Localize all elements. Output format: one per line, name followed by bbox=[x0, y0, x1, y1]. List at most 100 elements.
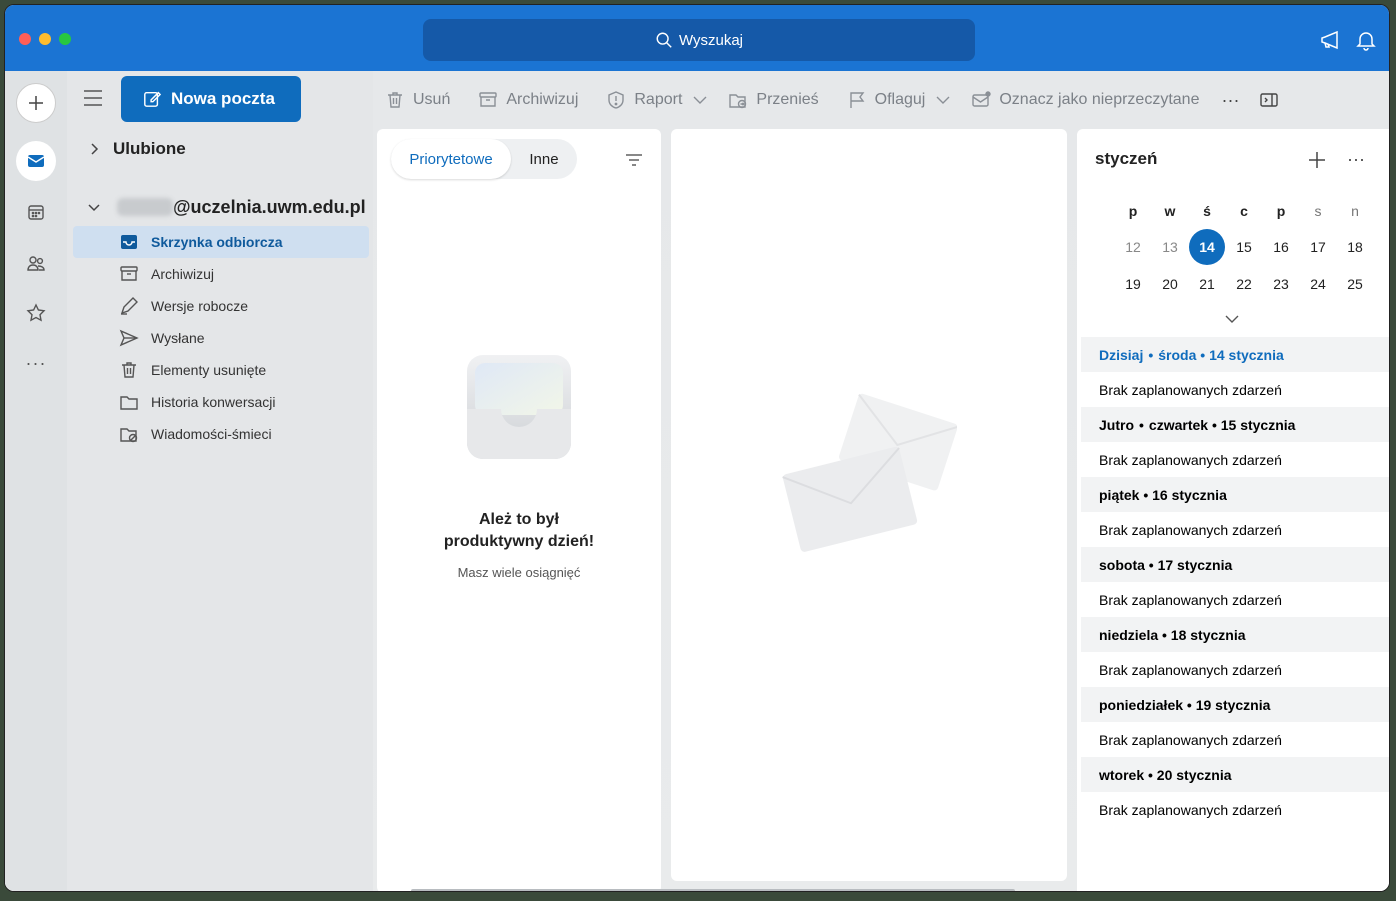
mark-unread-button[interactable]: Oznacz jako nieprzeczytane bbox=[971, 90, 1199, 110]
flag-chevron-down-icon[interactable] bbox=[935, 92, 951, 108]
minimize-window-button[interactable] bbox=[39, 33, 51, 45]
move-icon bbox=[729, 94, 747, 109]
flag-button[interactable]: Oflaguj bbox=[847, 90, 926, 110]
calendar-day[interactable]: 21 bbox=[1189, 266, 1225, 302]
folder-label: Wysłane bbox=[151, 330, 205, 346]
account-label: @uczelnia.uwm.edu.pl bbox=[173, 196, 366, 217]
account-section[interactable]: @uczelnia.uwm.edu.pl bbox=[73, 191, 369, 223]
horizontal-scrollbar[interactable] bbox=[411, 889, 1015, 891]
archive-label: Archiwizuj bbox=[506, 91, 579, 108]
search-label: Wyszukaj bbox=[678, 31, 744, 49]
folder-archive[interactable]: Archiwizuj bbox=[73, 258, 369, 290]
folder-sent[interactable]: Wysłane bbox=[73, 322, 369, 354]
archive-icon bbox=[479, 92, 498, 107]
calendar-day[interactable]: 16 bbox=[1263, 229, 1299, 265]
calendar-day[interactable]: 22 bbox=[1226, 266, 1262, 302]
folder-label: Wiadomości-śmieci bbox=[151, 426, 272, 442]
calendar-day[interactable]: 13 bbox=[1152, 229, 1188, 265]
folder-deleted[interactable]: Elementy usunięte bbox=[73, 354, 369, 386]
mark-unread-icon bbox=[972, 91, 992, 107]
new-mail-label: Nowa poczta bbox=[171, 89, 275, 108]
empty-state-subtitle: Masz wiele osiągnięć bbox=[457, 565, 581, 580]
new-mail-button[interactable]: Nowa poczta bbox=[121, 76, 301, 122]
calendar-day[interactable]: 23 bbox=[1263, 266, 1299, 302]
weekday-header: w bbox=[1164, 203, 1176, 219]
toolbar-more-icon[interactable]: ··· bbox=[1221, 90, 1239, 111]
agenda-date: środa • 14 stycznia bbox=[1158, 346, 1284, 363]
report-button[interactable]: Raport bbox=[606, 90, 682, 110]
trash-icon bbox=[122, 362, 136, 378]
junk-icon bbox=[120, 428, 138, 443]
people-icon bbox=[27, 256, 45, 271]
megaphone-icon[interactable] bbox=[1319, 29, 1341, 51]
calendar-day[interactable]: 15 bbox=[1226, 229, 1262, 265]
folder-label: Elementy usunięte bbox=[151, 362, 267, 378]
agenda-day-header: wtorek • 20 stycznia bbox=[1081, 757, 1389, 792]
redacted-username bbox=[117, 198, 173, 216]
folder-label: Archiwizuj bbox=[151, 266, 215, 282]
expand-calendar-chevron-down-icon[interactable] bbox=[1224, 311, 1240, 327]
tab-focused[interactable]: Priorytetowe bbox=[391, 139, 511, 179]
calendar-day[interactable]: 18 bbox=[1337, 229, 1373, 265]
folder-junk[interactable]: Wiadomości-śmieci bbox=[73, 418, 369, 450]
rail-more-button[interactable]: ··· bbox=[16, 343, 56, 383]
zoom-window-button[interactable] bbox=[59, 33, 71, 45]
add-event-plus-icon[interactable] bbox=[1307, 150, 1327, 170]
empty-state-title-line2: produktywny dzień! bbox=[443, 533, 595, 550]
agenda-date: czwartek • 15 stycznia bbox=[1148, 416, 1296, 433]
calendar-day[interactable]: 20 bbox=[1152, 266, 1188, 302]
agenda-day-header: Jutro • czwartek • 15 stycznia bbox=[1081, 407, 1389, 442]
bell-icon[interactable] bbox=[1355, 29, 1377, 51]
send-icon bbox=[119, 329, 139, 347]
calendar-more-icon[interactable]: ··· bbox=[1347, 149, 1365, 170]
agenda-prefix: Dzisiaj bbox=[1099, 346, 1144, 363]
close-window-button[interactable] bbox=[19, 33, 31, 45]
new-item-button[interactable] bbox=[16, 83, 56, 123]
archive-button[interactable]: Archiwizuj bbox=[478, 90, 578, 110]
move-button[interactable]: Przenieś bbox=[728, 90, 819, 110]
hamburger-menu-icon[interactable] bbox=[83, 89, 103, 107]
calendar-day[interactable]: 12 bbox=[1115, 229, 1151, 265]
weekday-header: ś bbox=[1203, 203, 1211, 219]
compose-icon bbox=[144, 91, 161, 107]
calendar-day[interactable]: 19 bbox=[1115, 266, 1151, 302]
flag-label: Oflaguj bbox=[874, 91, 926, 108]
tab-other[interactable]: Inne bbox=[511, 139, 577, 179]
agenda-empty-text: Brak zaplanowanych zdarzeń bbox=[1099, 801, 1282, 818]
chevron-right-icon bbox=[91, 143, 99, 155]
calendar-day-today[interactable]: 14 bbox=[1189, 229, 1225, 265]
calendar-icon bbox=[28, 205, 44, 220]
filter-icon[interactable] bbox=[625, 153, 643, 167]
collapse-pane-icon[interactable] bbox=[1259, 90, 1279, 110]
calendar-day[interactable]: 24 bbox=[1300, 266, 1336, 302]
rail-calendar-button[interactable] bbox=[16, 192, 56, 232]
search-bar[interactable]: Wyszukaj bbox=[423, 19, 975, 61]
outlook-window: Wyszukaj ··· Nowa poczta Usuń Archiwizuj… bbox=[4, 4, 1390, 892]
weekday-header: c bbox=[1240, 203, 1248, 219]
folder-inbox[interactable]: Skrzynka odbiorcza bbox=[73, 226, 369, 258]
rail-favorites-button[interactable] bbox=[16, 293, 56, 333]
move-label: Przenieś bbox=[756, 91, 819, 108]
focused-other-toggle: Priorytetowe Inne bbox=[391, 139, 577, 179]
folder-drafts[interactable]: Wersje robocze bbox=[73, 290, 369, 322]
delete-label: Usuń bbox=[413, 91, 451, 108]
agenda-day-header-today: Dzisiaj • środa • 14 stycznia bbox=[1081, 337, 1389, 372]
calendar-day[interactable]: 17 bbox=[1300, 229, 1336, 265]
agenda-empty-text: Brak zaplanowanych zdarzeń bbox=[1099, 731, 1282, 748]
calendar-day[interactable]: 25 bbox=[1337, 266, 1373, 302]
folder-conversation-history[interactable]: Historia konwersacji bbox=[73, 386, 369, 418]
title-bar: Wyszukaj bbox=[5, 5, 1389, 71]
folder-label: Wersje robocze bbox=[151, 298, 249, 314]
app-rail: ··· bbox=[5, 71, 67, 891]
mark-unread-label: Oznacz jako nieprzeczytane bbox=[999, 91, 1200, 108]
command-toolbar: Usuń Archiwizuj Raport Przenieś Oflaguj … bbox=[385, 85, 1279, 115]
inbox-icon bbox=[121, 235, 137, 249]
reading-pane bbox=[671, 129, 1067, 881]
rail-people-button[interactable] bbox=[16, 243, 56, 283]
rail-mail-button[interactable] bbox=[16, 141, 56, 181]
favorites-label: Ulubione bbox=[113, 139, 186, 158]
agenda-day-header: niedziela • 18 stycznia bbox=[1081, 617, 1389, 652]
report-chevron-down-icon[interactable] bbox=[692, 92, 708, 108]
favorites-section[interactable]: Ulubione bbox=[73, 133, 369, 165]
delete-button[interactable]: Usuń bbox=[385, 90, 450, 110]
